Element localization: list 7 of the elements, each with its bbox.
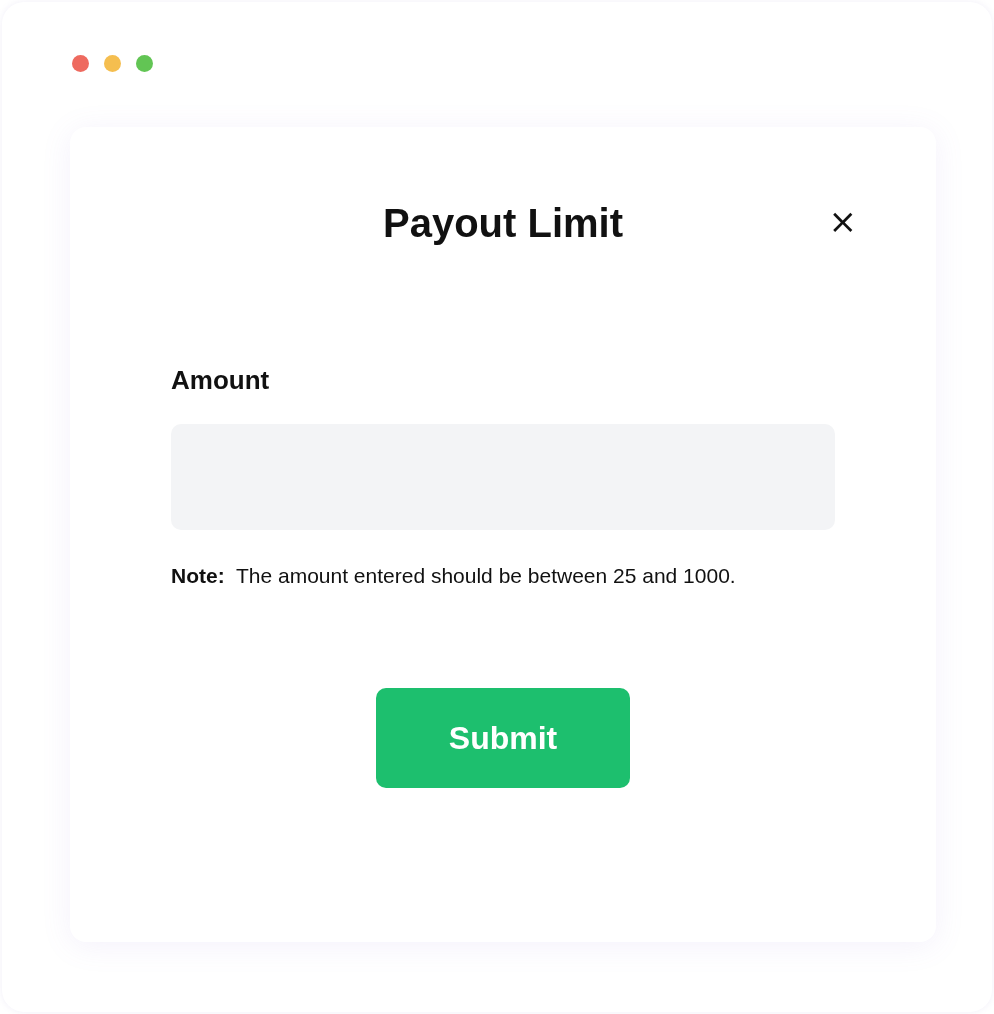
dialog-title: Payout Limit	[383, 200, 623, 246]
field-label: Amount	[171, 365, 271, 397]
note-text: Note: The amount entered should be between 25 and 1000.	[171, 564, 737, 588]
window-control-dot[interactable]	[136, 55, 153, 72]
window-control-dot[interactable]	[104, 55, 121, 72]
close-button[interactable]: ×	[824, 203, 861, 239]
window-control-dot[interactable]	[72, 55, 89, 72]
